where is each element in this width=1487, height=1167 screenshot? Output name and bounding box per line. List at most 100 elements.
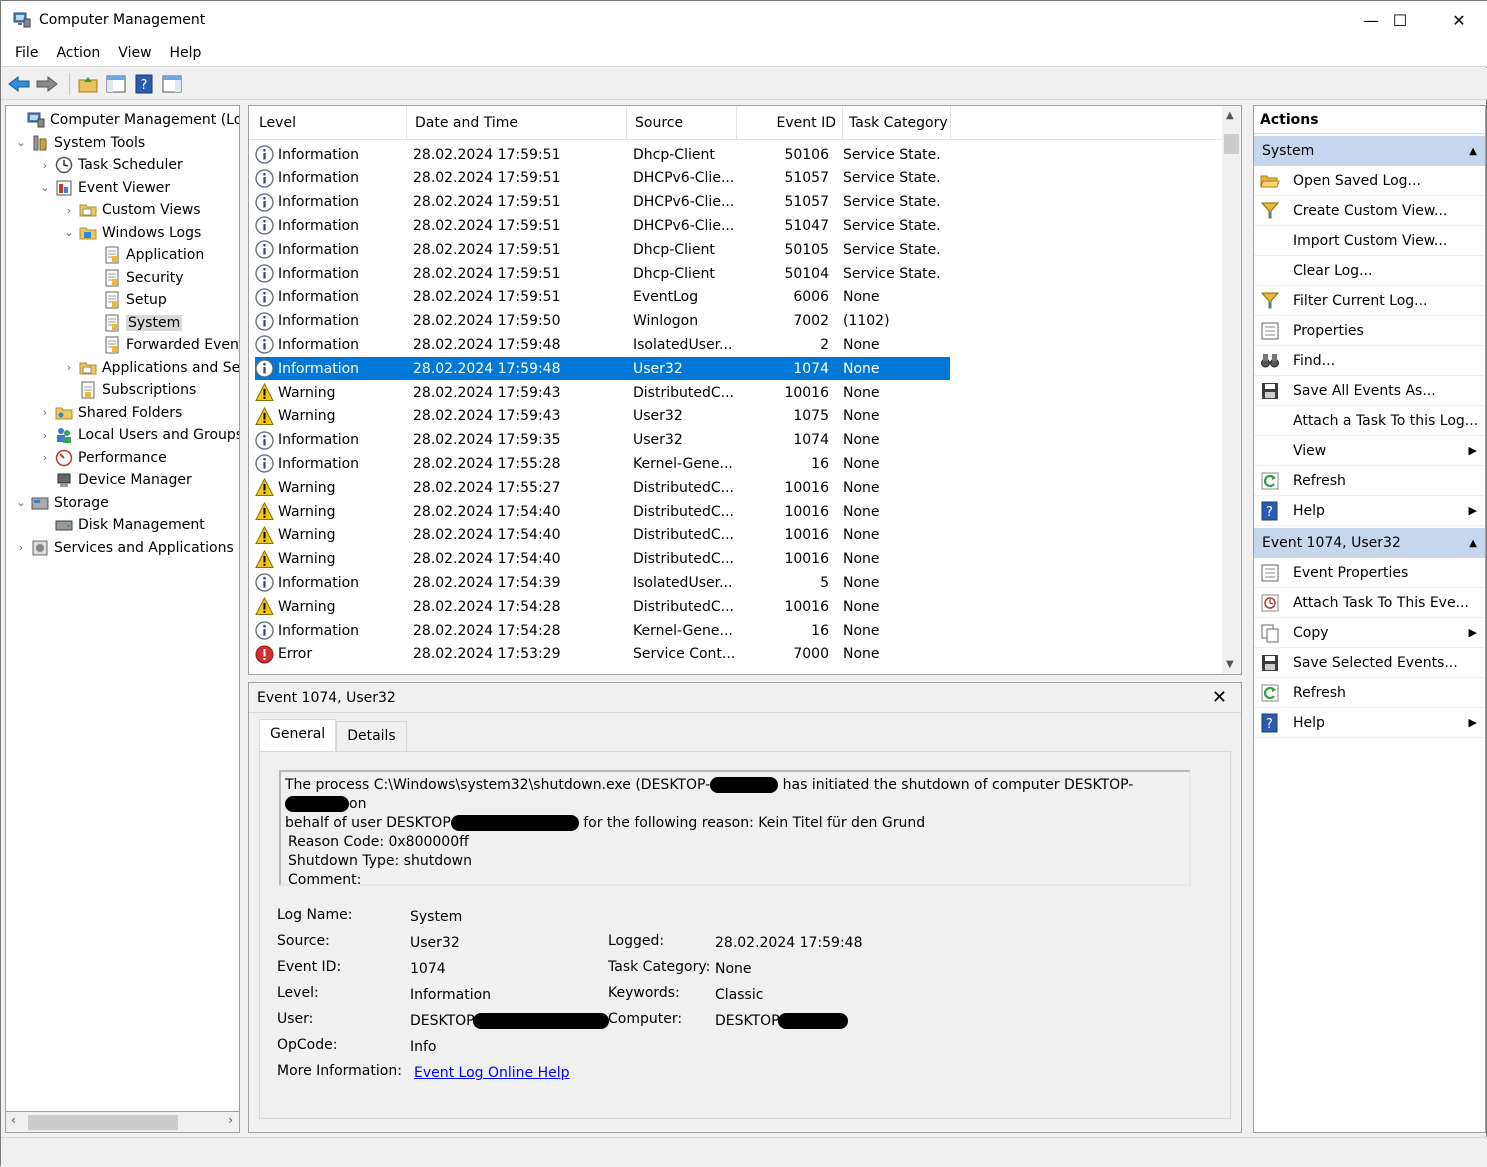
- action-item[interactable]: View ▶: [1254, 436, 1485, 466]
- collapsed-chevron-icon[interactable]: ›: [38, 159, 52, 172]
- collapsed-chevron-icon[interactable]: ›: [38, 406, 52, 419]
- tree-item[interactable]: › Task Scheduler: [38, 154, 183, 176]
- table-row[interactable]: Information 28.02.2024 17:59:51 DHCPv6-Cli…: [255, 191, 950, 214]
- table-row[interactable]: Information 28.02.2024 17:59:51 Dhcp-Clien…: [255, 262, 950, 285]
- table-row[interactable]: Warning 28.02.2024 17:54:40 DistributedC..…: [255, 524, 950, 547]
- action-item[interactable]: Event Properties: [1254, 558, 1485, 588]
- scrollbar-thumb[interactable]: [1224, 134, 1239, 154]
- tree-item[interactable]: Security: [86, 267, 184, 289]
- tree-item[interactable]: System: [86, 312, 183, 334]
- scroll-left-icon[interactable]: ‹: [11, 1113, 16, 1127]
- action-item[interactable]: Create Custom View...: [1254, 196, 1485, 226]
- table-row[interactable]: Error 28.02.2024 17:53:29 Service Cont... 7…: [255, 643, 950, 666]
- action-item[interactable]: Save All Events As...: [1254, 376, 1485, 406]
- collapsed-chevron-icon[interactable]: ›: [38, 451, 52, 464]
- action-item[interactable]: Copy ▶: [1254, 618, 1485, 648]
- actions-section-system[interactable]: System ▲: [1254, 136, 1485, 166]
- action-item[interactable]: Clear Log...: [1254, 256, 1485, 286]
- collapsed-chevron-icon[interactable]: ›: [62, 361, 76, 374]
- action-item[interactable]: Attach a Task To this Log...: [1254, 406, 1485, 436]
- table-row[interactable]: Warning 28.02.2024 17:54:40 DistributedC..…: [255, 548, 950, 571]
- collapsed-chevron-icon[interactable]: ›: [62, 204, 76, 217]
- column-level[interactable]: Level: [249, 106, 407, 140]
- action-item[interactable]: ? Help ▶: [1254, 708, 1485, 738]
- table-row[interactable]: Information 28.02.2024 17:54:39 IsolatedUs…: [255, 571, 950, 594]
- menu-view[interactable]: View: [109, 45, 160, 61]
- event-log-online-help-link[interactable]: Event Log Online Help: [414, 1065, 570, 1081]
- expanded-chevron-icon[interactable]: ⌄: [62, 226, 76, 239]
- tab-details[interactable]: Details: [336, 721, 407, 751]
- tree-item[interactable]: ⌄ Event Viewer: [38, 177, 170, 199]
- table-row[interactable]: Warning 28.02.2024 17:54:40 DistributedC..…: [255, 500, 950, 523]
- collapsed-chevron-icon[interactable]: ›: [38, 429, 52, 442]
- maximize-button[interactable]: ☐: [1371, 1, 1429, 39]
- column-task-category[interactable]: Task Category: [843, 106, 951, 140]
- tab-general[interactable]: General: [259, 719, 337, 751]
- show-hide-action-pane-button[interactable]: [160, 72, 184, 96]
- tree-item[interactable]: › Services and Applications: [14, 537, 234, 559]
- tree-item[interactable]: ⌄ Windows Logs: [62, 222, 201, 244]
- tree-item[interactable]: › Performance: [38, 447, 167, 469]
- scroll-right-icon[interactable]: ›: [228, 1113, 233, 1127]
- action-item[interactable]: Refresh: [1254, 466, 1485, 496]
- detail-close-button[interactable]: ✕: [1212, 687, 1227, 708]
- tree-item[interactable]: › Local Users and Groups: [38, 424, 239, 446]
- back-button[interactable]: [7, 72, 31, 96]
- expanded-chevron-icon[interactable]: ⌄: [38, 181, 52, 194]
- action-item[interactable]: Save Selected Events...: [1254, 648, 1485, 678]
- menu-help[interactable]: Help: [161, 45, 211, 61]
- tree-item[interactable]: ⌄ Storage: [14, 492, 108, 514]
- action-item[interactable]: Open Saved Log...: [1254, 166, 1485, 196]
- action-item[interactable]: Properties: [1254, 316, 1485, 346]
- help-toolbar-button[interactable]: ?: [132, 72, 156, 96]
- expanded-chevron-icon[interactable]: ⌄: [14, 136, 28, 149]
- close-button[interactable]: ✕: [1430, 1, 1487, 39]
- table-row[interactable]: Information 28.02.2024 17:59:51 DHCPv6-Cli…: [255, 167, 950, 190]
- collapsed-chevron-icon[interactable]: ›: [14, 541, 28, 554]
- event-list-vertical-scrollbar[interactable]: ▲ ▼: [1222, 106, 1241, 674]
- tree-item[interactable]: Computer Management (Local): [10, 109, 239, 131]
- table-row[interactable]: Information 28.02.2024 17:59:48 User32 1074…: [255, 357, 950, 381]
- table-row[interactable]: Information 28.02.2024 17:59:51 Dhcp-Clien…: [255, 143, 950, 166]
- action-item[interactable]: Find...: [1254, 346, 1485, 376]
- actions-section-event[interactable]: Event 1074, User32 ▲: [1254, 528, 1485, 558]
- tree-item[interactable]: Forwarded Events: [86, 334, 239, 356]
- action-item[interactable]: Attach Task To This Eve...: [1254, 588, 1485, 618]
- table-row[interactable]: Warning 28.02.2024 17:55:27 DistributedC..…: [255, 476, 950, 499]
- table-row[interactable]: Information 28.02.2024 17:59:51 EventLog 60…: [255, 286, 950, 309]
- action-item[interactable]: Filter Current Log...: [1254, 286, 1485, 316]
- tree-horizontal-scrollbar[interactable]: ‹ ›: [5, 1111, 240, 1133]
- table-row[interactable]: Information 28.02.2024 17:55:28 Kernel-Gen…: [255, 452, 950, 475]
- column-source[interactable]: Source: [627, 106, 737, 140]
- table-row[interactable]: Warning 28.02.2024 17:54:28 DistributedC..…: [255, 595, 950, 618]
- expanded-chevron-icon[interactable]: ⌄: [14, 496, 28, 509]
- table-row[interactable]: Warning 28.02.2024 17:59:43 User32 1075 None: [255, 405, 950, 428]
- column-date-time[interactable]: Date and Time: [407, 106, 627, 140]
- table-row[interactable]: Information 28.02.2024 17:59:50 Winlogon 70…: [255, 310, 950, 333]
- event-message[interactable]: The process C:\Windows\system32\shutdown…: [279, 770, 1191, 888]
- scrollbar-thumb[interactable]: [28, 1115, 178, 1130]
- tree-item[interactable]: › Custom Views: [62, 199, 201, 221]
- tree-item[interactable]: › Applications and Services Logs: [62, 357, 239, 379]
- tree-item[interactable]: Subscriptions: [62, 379, 196, 401]
- column-event-id[interactable]: Event ID: [737, 106, 843, 140]
- action-item[interactable]: Refresh: [1254, 678, 1485, 708]
- tree-item[interactable]: › Shared Folders: [38, 402, 183, 424]
- tree-item[interactable]: Application: [86, 244, 204, 266]
- scroll-up-icon[interactable]: ▲: [1226, 110, 1234, 121]
- tree-item[interactable]: ⌄ System Tools: [14, 132, 145, 154]
- table-row[interactable]: Information 28.02.2024 17:59:51 DHCPv6-Cli…: [255, 214, 950, 237]
- table-row[interactable]: Information 28.02.2024 17:59:51 Dhcp-Clien…: [255, 238, 950, 261]
- table-row[interactable]: Information 28.02.2024 17:59:35 User32 1074…: [255, 429, 950, 452]
- forward-button[interactable]: [35, 72, 59, 96]
- show-hide-tree-button[interactable]: [104, 72, 128, 96]
- table-row[interactable]: Warning 28.02.2024 17:59:43 DistributedC..…: [255, 381, 950, 404]
- action-item[interactable]: Import Custom View...: [1254, 226, 1485, 256]
- tree-item[interactable]: Disk Management: [38, 514, 205, 536]
- action-item[interactable]: ? Help ▶: [1254, 496, 1485, 526]
- table-row[interactable]: Information 28.02.2024 17:54:28 Kernel-Gen…: [255, 619, 950, 642]
- up-level-button[interactable]: [76, 72, 100, 96]
- scroll-down-icon[interactable]: ▼: [1226, 659, 1234, 670]
- tree-item[interactable]: Setup: [86, 289, 167, 311]
- menu-action[interactable]: Action: [47, 45, 109, 61]
